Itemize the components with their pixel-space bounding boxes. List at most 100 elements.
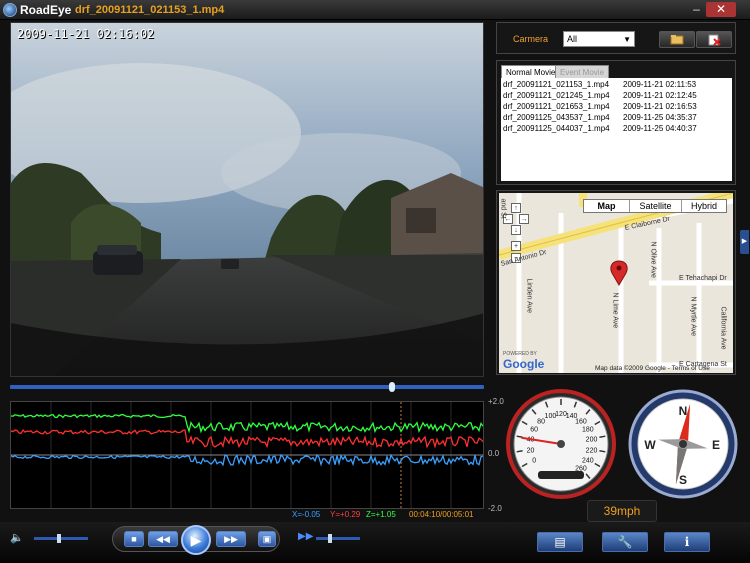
camera-label: Carmera xyxy=(513,34,549,44)
map-view[interactable]: Map Satellite Hybrid ↑ ← → ↓ + − San Ant… xyxy=(499,193,733,373)
panel-toggle-tab[interactable]: ▶ xyxy=(740,230,749,254)
info-button[interactable]: i xyxy=(664,532,710,552)
stop-button[interactable]: ■ xyxy=(124,531,144,547)
camera-panel: Carmera All ▼ xyxy=(496,22,736,54)
table-row[interactable]: drf_20091125_043537_1.mp4 2009-11-25 04:3… xyxy=(501,112,732,123)
z-readout: Z=+1.05 xyxy=(366,510,396,519)
map-pan-right-button[interactable]: → xyxy=(519,214,529,224)
file-date: 2009-11-25 04:40:37 xyxy=(623,124,697,133)
camera-selected-value: All xyxy=(567,34,578,44)
speedometer: 020406080100120140160180200220240260 xyxy=(506,389,616,499)
file-name: drf_20091121_021653_1.mp4 xyxy=(503,102,610,111)
capture-button[interactable]: ▣ xyxy=(258,531,276,547)
street-label: California Ave xyxy=(719,306,727,350)
table-row[interactable]: drf_20091121_021245_1.mp4 2009-11-21 02:1… xyxy=(501,90,732,101)
compass: N S E W xyxy=(628,389,738,499)
y-readout: Y=+0.29 xyxy=(330,510,361,519)
file-name: drf_20091125_044037_1.mp4 xyxy=(503,124,610,133)
volume-icon[interactable]: 🔈 xyxy=(10,531,24,544)
road-scene xyxy=(11,23,483,376)
file-list-button[interactable]: ▤ xyxy=(537,532,583,552)
street-label: and St xyxy=(499,198,507,219)
location-pin-icon[interactable] xyxy=(610,260,628,286)
current-file-name: drf_20091121_021153_1.mp4 xyxy=(75,4,225,16)
title-bar: RoadEye drf_20091121_021153_1.mp4 – ✕ xyxy=(0,0,750,20)
compass-s: S xyxy=(679,473,687,487)
table-row[interactable]: drf_20091121_021153_1.mp4 2009-11-21 02:1… xyxy=(501,79,732,90)
table-row[interactable]: drf_20091121_021653_1.mp4 2009-11-21 02:1… xyxy=(501,101,732,112)
file-name: drf_20091121_021245_1.mp4 xyxy=(503,91,610,100)
file-name: drf_20091121_021153_1.mp4 xyxy=(503,80,610,89)
map-pan-down-button[interactable]: ↓ xyxy=(511,225,521,235)
odometer-window xyxy=(538,471,584,479)
camera-select[interactable]: All ▼ xyxy=(563,31,635,47)
video-viewport[interactable]: 2009-11-21 02:16:02 xyxy=(10,22,484,377)
settings-button[interactable]: 🔧 xyxy=(602,532,648,552)
map-type-satellite[interactable]: Satellite xyxy=(630,200,682,212)
video-timestamp: 2009-11-21 02:16:02 xyxy=(17,27,155,41)
fast-forward-icon: ▶▶ xyxy=(298,531,314,542)
map-type-map[interactable]: Map xyxy=(584,200,630,212)
g-sensor-plot xyxy=(10,402,484,508)
map-type-hybrid[interactable]: Hybrid xyxy=(682,200,726,212)
map-attribution[interactable]: Map data ©2009 Google - Terms of Use xyxy=(595,365,710,372)
map-type-buttons: Map Satellite Hybrid xyxy=(583,199,727,213)
speed-tick xyxy=(599,450,606,453)
file-date: 2009-11-21 02:11:53 xyxy=(623,80,697,89)
playback-time: 00:04:10/00:05:01 xyxy=(409,510,474,519)
street-label: N Olive Ave xyxy=(649,241,657,278)
map-zoom-in-button[interactable]: + xyxy=(511,241,521,251)
volume-knob[interactable] xyxy=(56,534,61,543)
seek-knob[interactable] xyxy=(389,382,396,392)
x-readout: X=-0.05 xyxy=(292,510,321,519)
speed-tick xyxy=(516,450,523,453)
speed-tick-label: 20 xyxy=(527,447,535,454)
next-button[interactable]: ▶▶ xyxy=(216,531,246,547)
app-name: RoadEye xyxy=(20,3,72,17)
graph-ymax-label: +2.0 xyxy=(488,397,504,406)
g-sensor-graph xyxy=(10,401,484,509)
z-axis-series xyxy=(10,413,484,434)
file-list[interactable]: drf_20091121_021153_1.mp4 2009-11-21 02:1… xyxy=(501,78,732,181)
street-label: Linden Ave xyxy=(525,278,533,314)
y-axis-series xyxy=(10,429,484,449)
playback-speed-slider[interactable] xyxy=(316,534,360,543)
compass-e: E xyxy=(712,438,720,452)
file-date: 2009-11-21 02:12:45 xyxy=(623,91,697,100)
delete-file-button[interactable] xyxy=(696,31,732,48)
roadeye-logo-icon xyxy=(3,3,17,17)
settings-wrench-icon: 🔧 xyxy=(617,535,633,549)
street-label: N Lime Ave xyxy=(611,292,619,329)
tab-normal-movie[interactable]: Normal Movie xyxy=(501,65,561,78)
open-folder-button[interactable] xyxy=(659,31,695,48)
table-row[interactable]: drf_20091125_044037_1.mp4 2009-11-25 04:4… xyxy=(501,123,732,134)
playback-speed-knob[interactable] xyxy=(328,534,332,543)
speed-tick-label: 60 xyxy=(530,427,538,434)
x-axis-series xyxy=(10,453,484,467)
speed-tick-label: 200 xyxy=(586,437,598,444)
file-name: drf_20091125_043537_1.mp4 xyxy=(503,113,610,122)
map-pan-up-button[interactable]: ↑ xyxy=(511,203,521,213)
previous-button[interactable]: ◀◀ xyxy=(148,531,178,547)
speed-tick-label: 160 xyxy=(575,418,587,425)
tab-event-movie[interactable]: Event Movie xyxy=(555,65,610,78)
volume-slider[interactable] xyxy=(34,534,88,543)
compass-n: N xyxy=(679,404,688,418)
roadeye-window: RoadEye drf_20091121_021153_1.mp4 – ✕ 20… xyxy=(0,0,750,563)
delete-file-icon xyxy=(708,34,721,46)
google-logo: Google xyxy=(503,357,545,371)
seek-bar[interactable] xyxy=(10,382,484,392)
speed-tick-label: 220 xyxy=(586,447,598,454)
info-icon: i xyxy=(684,535,690,549)
folder-open-icon xyxy=(670,35,684,45)
file-date: 2009-11-25 04:35:37 xyxy=(623,113,697,122)
play-button[interactable]: ▶ xyxy=(181,525,211,555)
close-button[interactable]: ✕ xyxy=(706,2,736,17)
minimize-button[interactable]: – xyxy=(688,2,705,17)
chevron-down-icon: ▼ xyxy=(623,35,631,44)
speed-readout: 39mph xyxy=(587,500,657,522)
compass-w: W xyxy=(644,438,656,452)
speed-tick-label: 0 xyxy=(532,458,536,465)
graph-ymin-label: -2.0 xyxy=(488,504,502,513)
street-label: E Tehachapi Dr xyxy=(679,275,727,282)
